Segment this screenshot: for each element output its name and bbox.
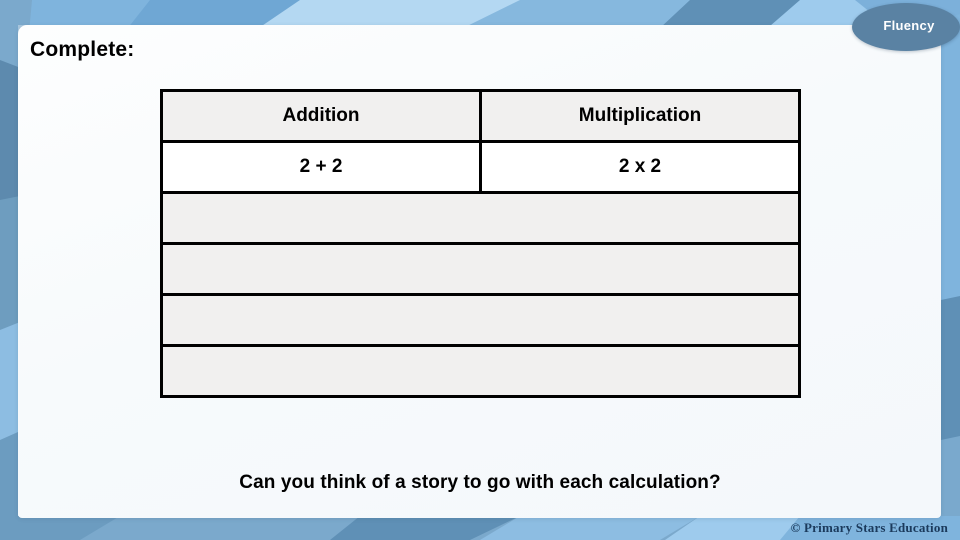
cell-empty-4[interactable] bbox=[160, 293, 801, 347]
table-header-row: Addition Multiplication bbox=[160, 89, 801, 143]
table-header: Addition Multiplication bbox=[160, 89, 801, 143]
table-row bbox=[160, 293, 801, 347]
fluency-badge: Fluency bbox=[852, 3, 960, 51]
column-header-multiplication: Multiplication bbox=[479, 89, 801, 143]
fluency-badge-label: Fluency bbox=[883, 17, 935, 33]
cell-multiplication-1[interactable]: 2 x 2 bbox=[479, 140, 801, 194]
table-row: 2 + 2 2 x 2 bbox=[160, 140, 801, 194]
cell-empty-2[interactable] bbox=[160, 191, 801, 245]
table-body: 2 + 2 2 x 2 bbox=[160, 140, 801, 398]
cell-empty-5[interactable] bbox=[160, 344, 801, 398]
slide-canvas: Complete: Fluency Addition Multiplicatio… bbox=[0, 0, 960, 540]
table-row bbox=[160, 344, 801, 398]
copyright-watermark: © Primary Stars Education bbox=[790, 520, 948, 535]
column-header-addition: Addition bbox=[160, 89, 482, 143]
table-row bbox=[160, 191, 801, 245]
prompt-question: Can you think of a story to go with each… bbox=[239, 472, 721, 493]
page-title: Complete: bbox=[30, 38, 135, 61]
cell-addition-1[interactable]: 2 + 2 bbox=[160, 140, 482, 194]
calculation-table: Addition Multiplication 2 + 2 2 x 2 bbox=[160, 89, 801, 398]
cell-empty-3[interactable] bbox=[160, 242, 801, 296]
table-row bbox=[160, 242, 801, 296]
calculation-table-wrapper: Addition Multiplication 2 + 2 2 x 2 bbox=[160, 89, 801, 398]
